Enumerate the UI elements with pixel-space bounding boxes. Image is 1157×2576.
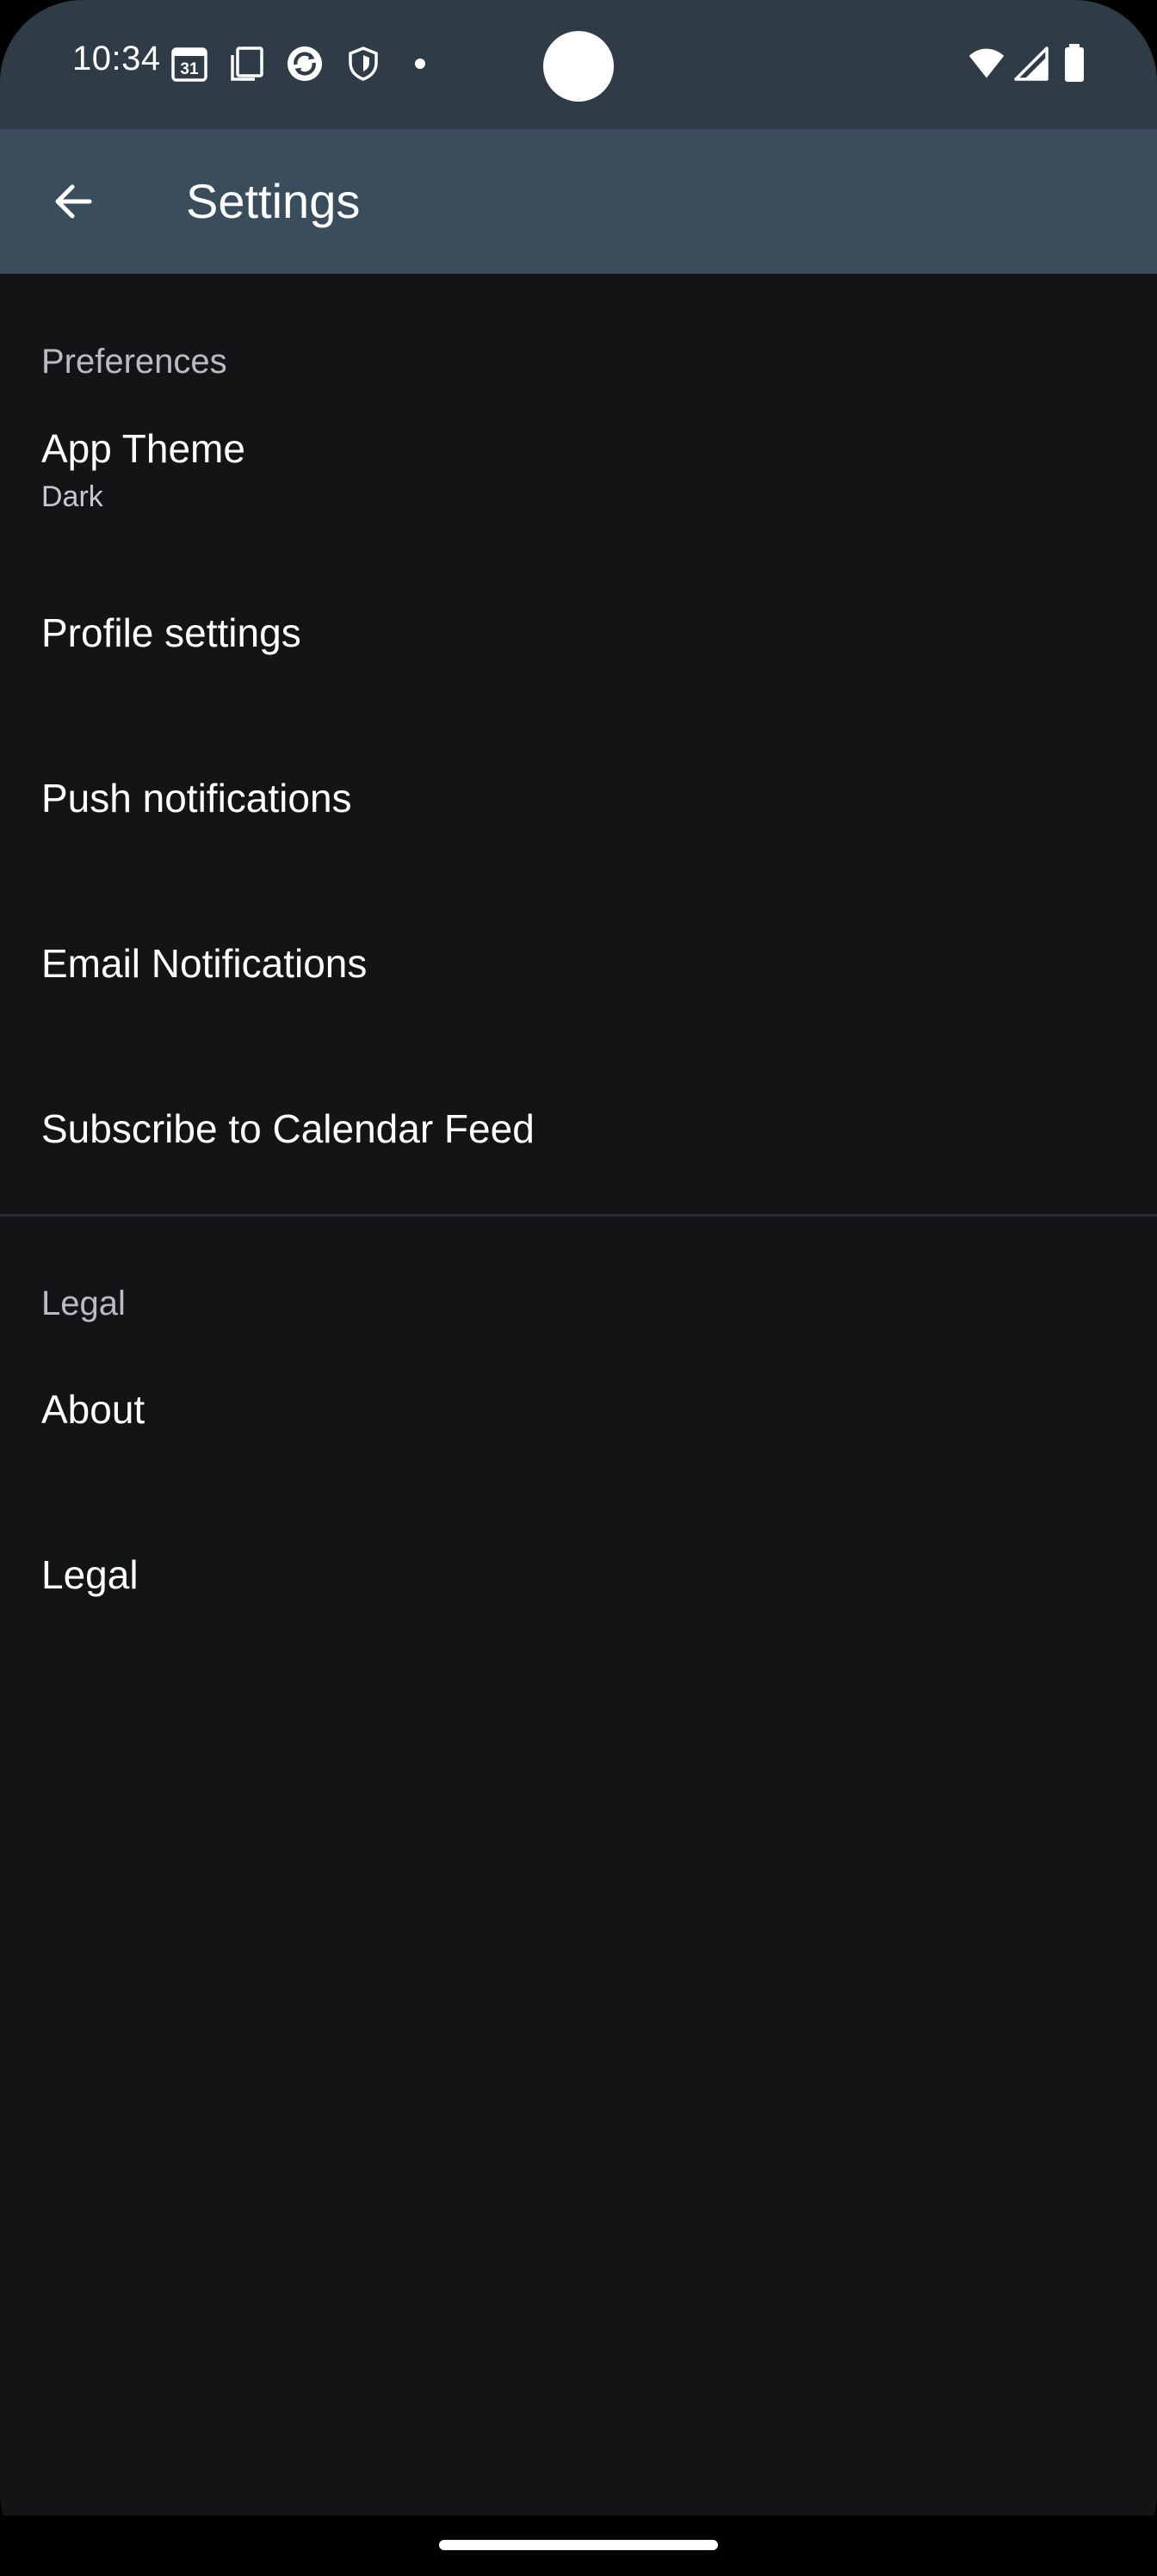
battery-icon: [1055, 44, 1093, 83]
calendar-date: 31: [180, 60, 199, 78]
preference-legal[interactable]: Legal: [0, 1495, 1157, 1660]
notification-dot-icon: [401, 45, 439, 83]
status-time: 10:34: [72, 40, 161, 77]
gesture-handle[interactable]: [439, 2540, 718, 2550]
status-bar: 10:34 31: [0, 0, 1157, 129]
calendar-icon: 31: [170, 45, 208, 83]
preference-profile-settings[interactable]: Profile settings: [0, 553, 1157, 718]
shield-icon: [344, 45, 382, 83]
preference-calendar-feed[interactable]: Subscribe to Calendar Feed: [0, 1049, 1157, 1214]
preference-title: Email Notifications: [41, 941, 368, 986]
preference-summary: Dark: [41, 480, 103, 513]
page-title: Settings: [186, 174, 361, 228]
preference-push-notifications[interactable]: Push notifications: [0, 718, 1157, 883]
section-header-preferences: Preferences: [41, 343, 227, 381]
screen: 10:34 31 Settings Preferences App Theme …: [0, 0, 1157, 2576]
preference-about[interactable]: About: [0, 1329, 1157, 1495]
sync-app-icon: [286, 45, 324, 83]
preference-title: Legal: [41, 1552, 139, 1597]
section-header-legal: Legal: [41, 1285, 126, 1322]
wifi-icon: [968, 45, 1005, 83]
preference-title: About: [41, 1387, 145, 1432]
section-divider: [0, 1214, 1157, 1217]
camera-cutout: [543, 31, 614, 102]
arrow-back-icon: [55, 184, 92, 219]
preference-title: Subscribe to Calendar Feed: [41, 1106, 535, 1151]
preference-app-theme[interactable]: App Theme Dark: [0, 396, 1157, 541]
preference-title: App Theme: [41, 426, 245, 471]
preference-title: Push notifications: [41, 776, 352, 820]
back-button[interactable]: [38, 167, 107, 236]
screenshot-icon: [229, 45, 267, 83]
signal-icon: [1012, 45, 1050, 83]
preference-title: Profile settings: [41, 610, 301, 655]
preference-email-notifications[interactable]: Email Notifications: [0, 883, 1157, 1049]
app-bar: [0, 129, 1157, 274]
